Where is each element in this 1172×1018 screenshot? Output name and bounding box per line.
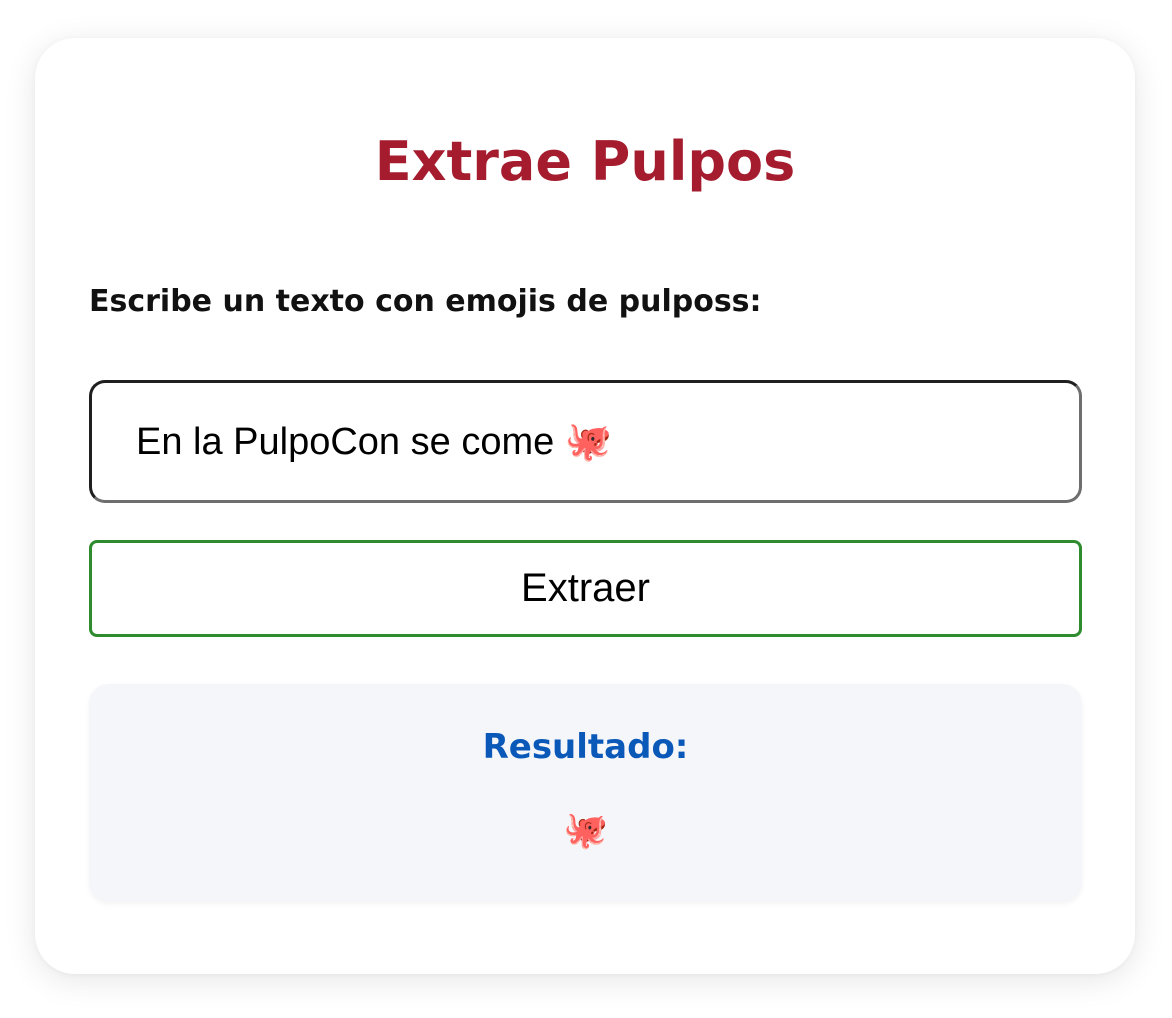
text-input[interactable] [89, 380, 1082, 503]
extract-button[interactable]: Extraer [89, 540, 1082, 637]
extractor-card: Extrae Pulpos Escribe un texto con emoji… [35, 38, 1135, 974]
input-label: Escribe un texto con emojis de pulposs: [89, 284, 762, 319]
result-panel: Resultado: 🐙 [89, 684, 1082, 902]
result-heading: Resultado: [482, 727, 689, 767]
page-title: Extrae Pulpos [374, 130, 796, 193]
result-value: 🐙 [563, 809, 608, 850]
